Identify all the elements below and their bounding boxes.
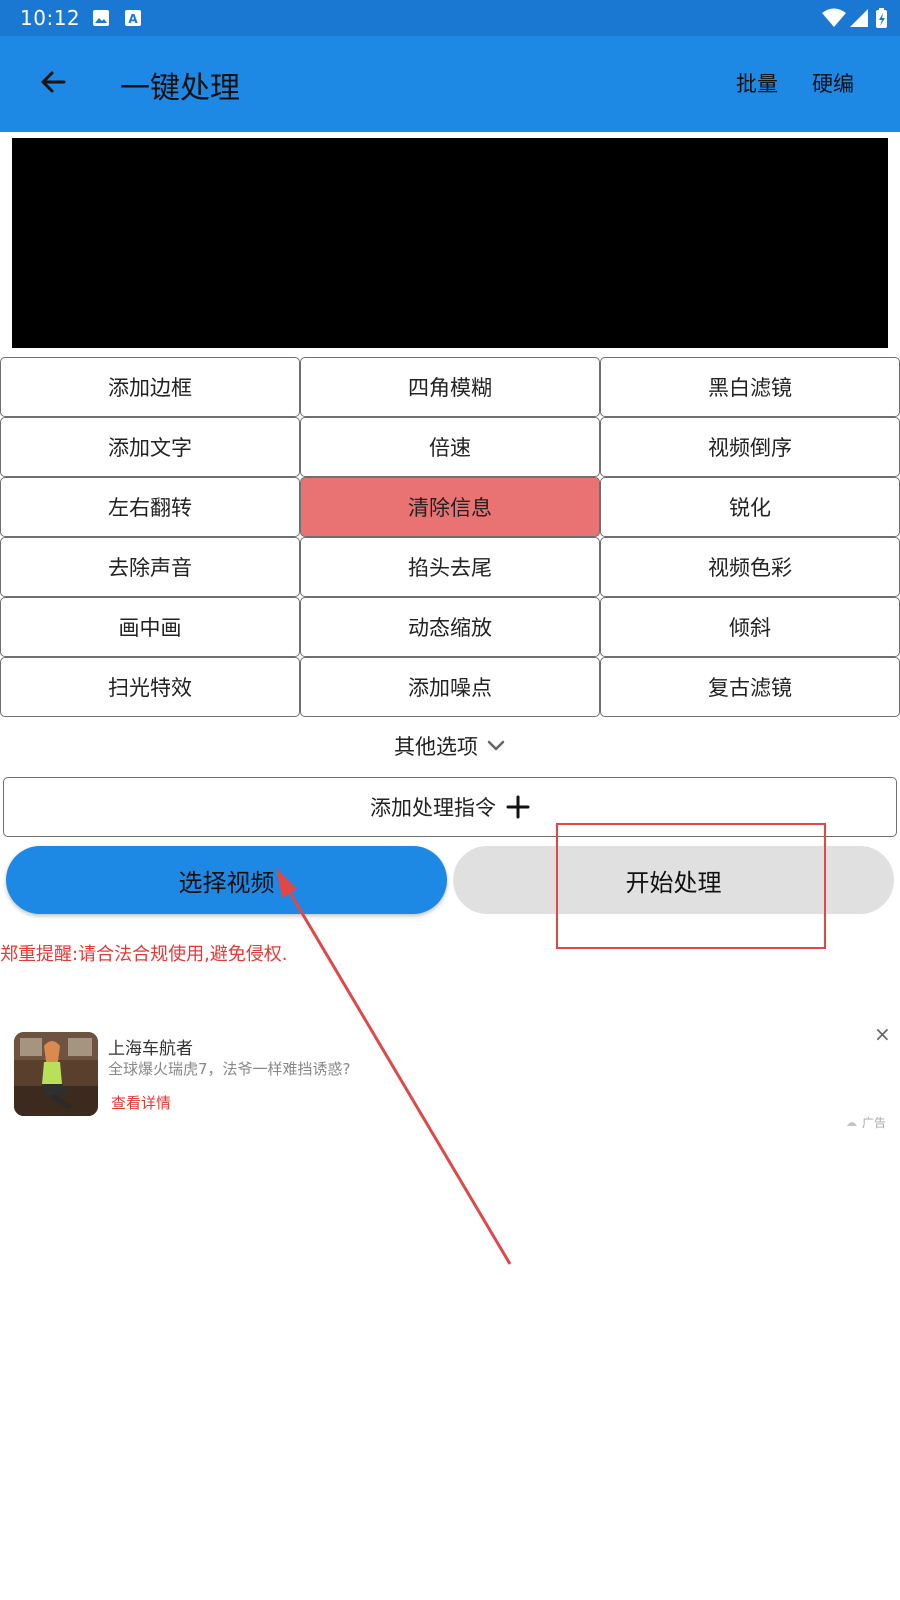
legal-notice: 郑重提醒:请合法合规使用,避免侵权. bbox=[0, 944, 288, 965]
op-label: 去除声音 bbox=[108, 556, 192, 580]
op-label: 视频色彩 bbox=[708, 556, 792, 580]
op-button[interactable]: 复古滤镜 bbox=[600, 657, 900, 717]
back-arrow-icon[interactable] bbox=[36, 64, 72, 100]
op-button[interactable]: 锐化 bbox=[600, 477, 900, 537]
battery-charging-icon bbox=[876, 8, 887, 28]
op-label: 倾斜 bbox=[729, 616, 771, 640]
op-label: 添加噪点 bbox=[408, 676, 492, 700]
ad-details-link[interactable]: 查看详情 bbox=[111, 1092, 171, 1113]
op-button[interactable]: 四角模糊 bbox=[300, 357, 600, 417]
a-badge-icon: A bbox=[125, 10, 141, 26]
op-label: 添加文字 bbox=[108, 436, 192, 460]
op-label: 四角模糊 bbox=[408, 376, 492, 400]
op-label: 锐化 bbox=[729, 496, 771, 520]
app-bar: 一键处理 批量 硬编 bbox=[0, 36, 900, 132]
op-button[interactable]: 左右翻转 bbox=[0, 477, 300, 537]
op-label: 画中画 bbox=[118, 616, 182, 640]
op-button[interactable]: 黑白滤镜 bbox=[600, 357, 900, 417]
op-button[interactable]: 清除信息 bbox=[300, 477, 600, 537]
batch-button[interactable]: 批量 bbox=[736, 68, 778, 98]
add-command-label: 添加处理指令 bbox=[370, 796, 496, 820]
ad-logo-icon bbox=[847, 1121, 857, 1126]
ad-subtitle: 全球爆火瑞虎7，法爷一样难挡诱惑? bbox=[108, 1060, 351, 1078]
annotation-highlight-box bbox=[556, 823, 826, 949]
op-label: 动态缩放 bbox=[408, 616, 492, 640]
op-label: 扫光特效 bbox=[108, 676, 192, 700]
status-bar: 10:12 A bbox=[0, 0, 900, 36]
op-button[interactable]: 添加文字 bbox=[0, 417, 300, 477]
op-button[interactable]: 视频色彩 bbox=[600, 537, 900, 597]
op-label: 倍速 bbox=[429, 436, 471, 460]
op-button[interactable]: 动态缩放 bbox=[300, 597, 600, 657]
select-video-button[interactable]: 选择视频 bbox=[6, 846, 447, 914]
op-label: 清除信息 bbox=[408, 496, 492, 520]
page-title: 一键处理 bbox=[120, 71, 240, 106]
op-label: 复古滤镜 bbox=[708, 676, 792, 700]
op-button[interactable]: 倍速 bbox=[300, 417, 600, 477]
ad-tag: 广告 bbox=[846, 1114, 886, 1131]
op-button[interactable]: 视频倒序 bbox=[600, 417, 900, 477]
hardware-encode-button[interactable]: 硬编 bbox=[812, 68, 854, 98]
op-label: 左右翻转 bbox=[108, 496, 192, 520]
op-label: 添加边框 bbox=[108, 376, 192, 400]
ad-thumbnail-image bbox=[14, 1032, 98, 1116]
op-button[interactable]: 添加边框 bbox=[0, 357, 300, 417]
video-preview bbox=[12, 138, 888, 348]
op-label: 视频倒序 bbox=[708, 436, 792, 460]
plus-icon bbox=[506, 795, 530, 819]
status-right-icons bbox=[822, 8, 887, 28]
other-options-toggle[interactable]: 其他选项 bbox=[0, 728, 900, 764]
status-time: 10:12 bbox=[20, 6, 81, 30]
op-button[interactable]: 掐头去尾 bbox=[300, 537, 600, 597]
wifi-icon bbox=[822, 8, 846, 27]
op-button[interactable]: 倾斜 bbox=[600, 597, 900, 657]
image-icon bbox=[93, 10, 109, 26]
op-label: 黑白滤镜 bbox=[708, 376, 792, 400]
ad-close-icon[interactable]: × bbox=[874, 1022, 891, 1046]
svg-text:A: A bbox=[128, 12, 138, 26]
ad-banner[interactable]: 上海车航者 全球爆火瑞虎7，法爷一样难挡诱惑? 查看详情 × 广告 bbox=[0, 1020, 900, 1140]
select-video-label: 选择视频 bbox=[178, 868, 275, 897]
op-button[interactable]: 画中画 bbox=[0, 597, 300, 657]
other-options-label: 其他选项 bbox=[394, 735, 478, 759]
op-label: 掐头去尾 bbox=[408, 556, 492, 580]
op-button[interactable]: 添加噪点 bbox=[300, 657, 600, 717]
chevron-down-icon bbox=[487, 740, 505, 751]
ad-title: 上海车航者 bbox=[108, 1039, 193, 1059]
op-button[interactable]: 扫光特效 bbox=[0, 657, 300, 717]
op-button[interactable]: 去除声音 bbox=[0, 537, 300, 597]
ad-tag-label: 广告 bbox=[862, 1116, 887, 1130]
signal-icon bbox=[850, 9, 868, 27]
